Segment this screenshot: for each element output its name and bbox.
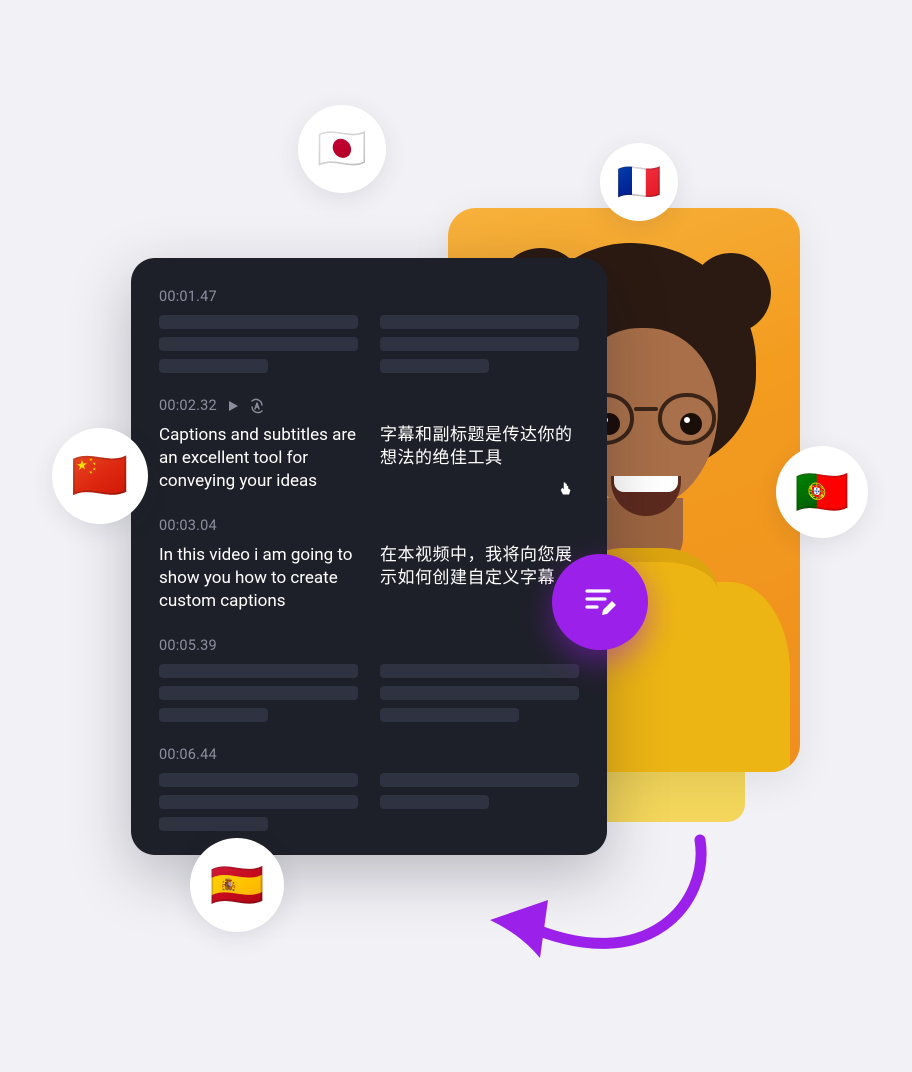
caption-row: 00:05.39 [159, 637, 579, 722]
caption-placeholder-right [380, 773, 579, 831]
caption-placeholder-right [380, 315, 579, 373]
edit-captions-button[interactable] [552, 554, 648, 650]
timestamp: 00:02.32 [159, 397, 217, 414]
arrow-icon [470, 830, 730, 1000]
caption-placeholder-left [159, 664, 358, 722]
auto-a-icon[interactable] [249, 398, 265, 414]
flag-fr-icon: 🇫🇷 [617, 164, 662, 200]
caption-text-en[interactable]: Captions and subtitles are an excellent … [159, 424, 358, 493]
flag-cn-icon: 🇨🇳 [71, 453, 128, 499]
timestamp: 00:05.39 [159, 637, 217, 654]
caption-placeholder-right [380, 664, 579, 722]
caption-text-en[interactable]: In this video i am going to show you how… [159, 544, 358, 613]
caption-placeholder-left [159, 773, 358, 831]
flag-portugal: 🇵🇹 [776, 446, 868, 538]
flag-france: 🇫🇷 [600, 143, 678, 221]
promo-composition: 00:01.47 00:02.32 [0, 0, 912, 1072]
play-icon[interactable] [227, 400, 239, 412]
flag-jp-icon: 🇯🇵 [317, 129, 367, 169]
flag-china: 🇨🇳 [52, 428, 148, 524]
caption-editor-panel: 00:01.47 00:02.32 [131, 258, 607, 855]
caption-row[interactable]: 00:03.04 In this video i am going to sho… [159, 517, 579, 613]
caption-row: 00:06.44 [159, 746, 579, 831]
timestamp: 00:03.04 [159, 517, 217, 534]
flag-spain: 🇪🇸 [190, 838, 284, 932]
caption-placeholder-left [159, 315, 358, 373]
caption-row-active[interactable]: 00:02.32 Captions and subtitles are an e… [159, 397, 579, 493]
flag-es-icon: 🇪🇸 [210, 863, 265, 907]
pointer-cursor-icon [557, 481, 575, 499]
timestamp: 00:06.44 [159, 746, 217, 763]
timestamp: 00:01.47 [159, 288, 217, 305]
flag-pt-icon: 🇵🇹 [795, 470, 850, 514]
flag-japan: 🇯🇵 [298, 105, 386, 193]
edit-captions-icon [577, 577, 623, 627]
caption-row: 00:01.47 [159, 288, 579, 373]
caption-text-zh[interactable]: 在本视频中，我将向您展示如何创建自定义字幕 [380, 544, 579, 613]
caption-text-zh[interactable]: 字幕和副标题是传达你的想法的绝佳工具 [380, 424, 579, 493]
